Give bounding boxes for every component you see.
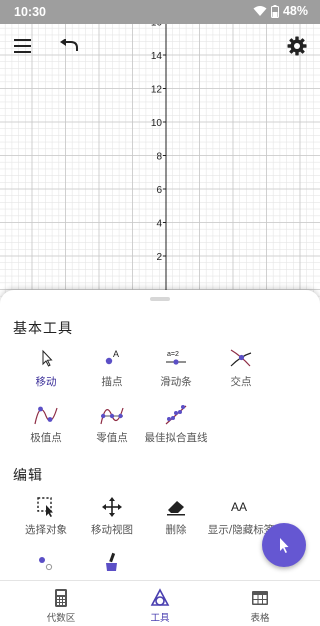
tool-label: 最佳拟合直线 [144, 432, 208, 444]
move-tool-fab[interactable] [262, 523, 306, 567]
nav-label: 代数区 [46, 613, 76, 624]
move-cursor-icon [34, 348, 58, 370]
intersect-icon [229, 348, 253, 370]
section-title-basic-tools: 基本工具 [13, 321, 73, 337]
y-tick-label: 12 [151, 85, 163, 96]
coordinate-grid: 18161412108642 [0, 0, 320, 300]
move-view-icon [100, 496, 124, 518]
bottom-navigation: 代数区 工具 表格 [0, 580, 320, 626]
y-tick-label: 6 [156, 185, 162, 196]
y-tick-label: 2 [156, 252, 162, 263]
extremum-icon [34, 404, 58, 426]
tool-intersect[interactable]: 交点 [202, 348, 280, 408]
section-title-edit: 编辑 [13, 468, 43, 484]
nav-label: 表格 [250, 613, 270, 624]
status-right: 48% [253, 4, 308, 18]
table-icon [250, 588, 270, 608]
y-tick-label: 4 [156, 219, 162, 230]
wifi-icon [253, 6, 267, 16]
svg-text:A: A [113, 349, 119, 359]
tool-best-fit-line[interactable]: 最佳拟合直线 [137, 404, 215, 464]
battery-level: 48% [282, 4, 308, 18]
nav-algebra[interactable]: 代数区 [8, 581, 114, 626]
slider-icon: a=2 [164, 348, 188, 370]
point-icon: A [100, 348, 124, 370]
nav-label: 工具 [150, 613, 170, 624]
tool-label: 交点 [230, 376, 252, 388]
cursor-icon [280, 538, 289, 553]
nav-table[interactable]: 表格 [207, 581, 313, 626]
y-tick-label: 10 [151, 118, 163, 129]
nav-tools[interactable]: 工具 [107, 581, 213, 626]
y-tick-label: 14 [151, 51, 163, 62]
calculator-icon [51, 588, 71, 608]
status-bar: 10:30 48% [0, 0, 320, 24]
battery-icon [270, 4, 279, 18]
app-screen: 18161412108642 10:30 48% [0, 0, 320, 626]
label-icon-text: AA [231, 500, 247, 514]
gear-icon[interactable] [283, 32, 311, 60]
sheet-drag-handle[interactable] [150, 297, 170, 301]
hamburger-menu-icon[interactable] [9, 32, 37, 60]
select-objects-icon [34, 496, 58, 518]
show-hide-label-icon: AA [229, 496, 253, 518]
roots-icon [100, 404, 124, 426]
eraser-icon [164, 496, 188, 518]
graphics-view[interactable]: 18161412108642 [0, 0, 320, 300]
slider-icon-text: a=2 [167, 351, 179, 358]
show-hide-object-icon [34, 552, 58, 574]
tools-icon [150, 588, 170, 608]
best-fit-line-icon [164, 404, 188, 426]
status-time: 10:30 [14, 5, 46, 19]
copy-style-icon [100, 552, 124, 574]
undo-icon[interactable] [55, 32, 83, 60]
y-tick-label: 8 [156, 152, 162, 163]
